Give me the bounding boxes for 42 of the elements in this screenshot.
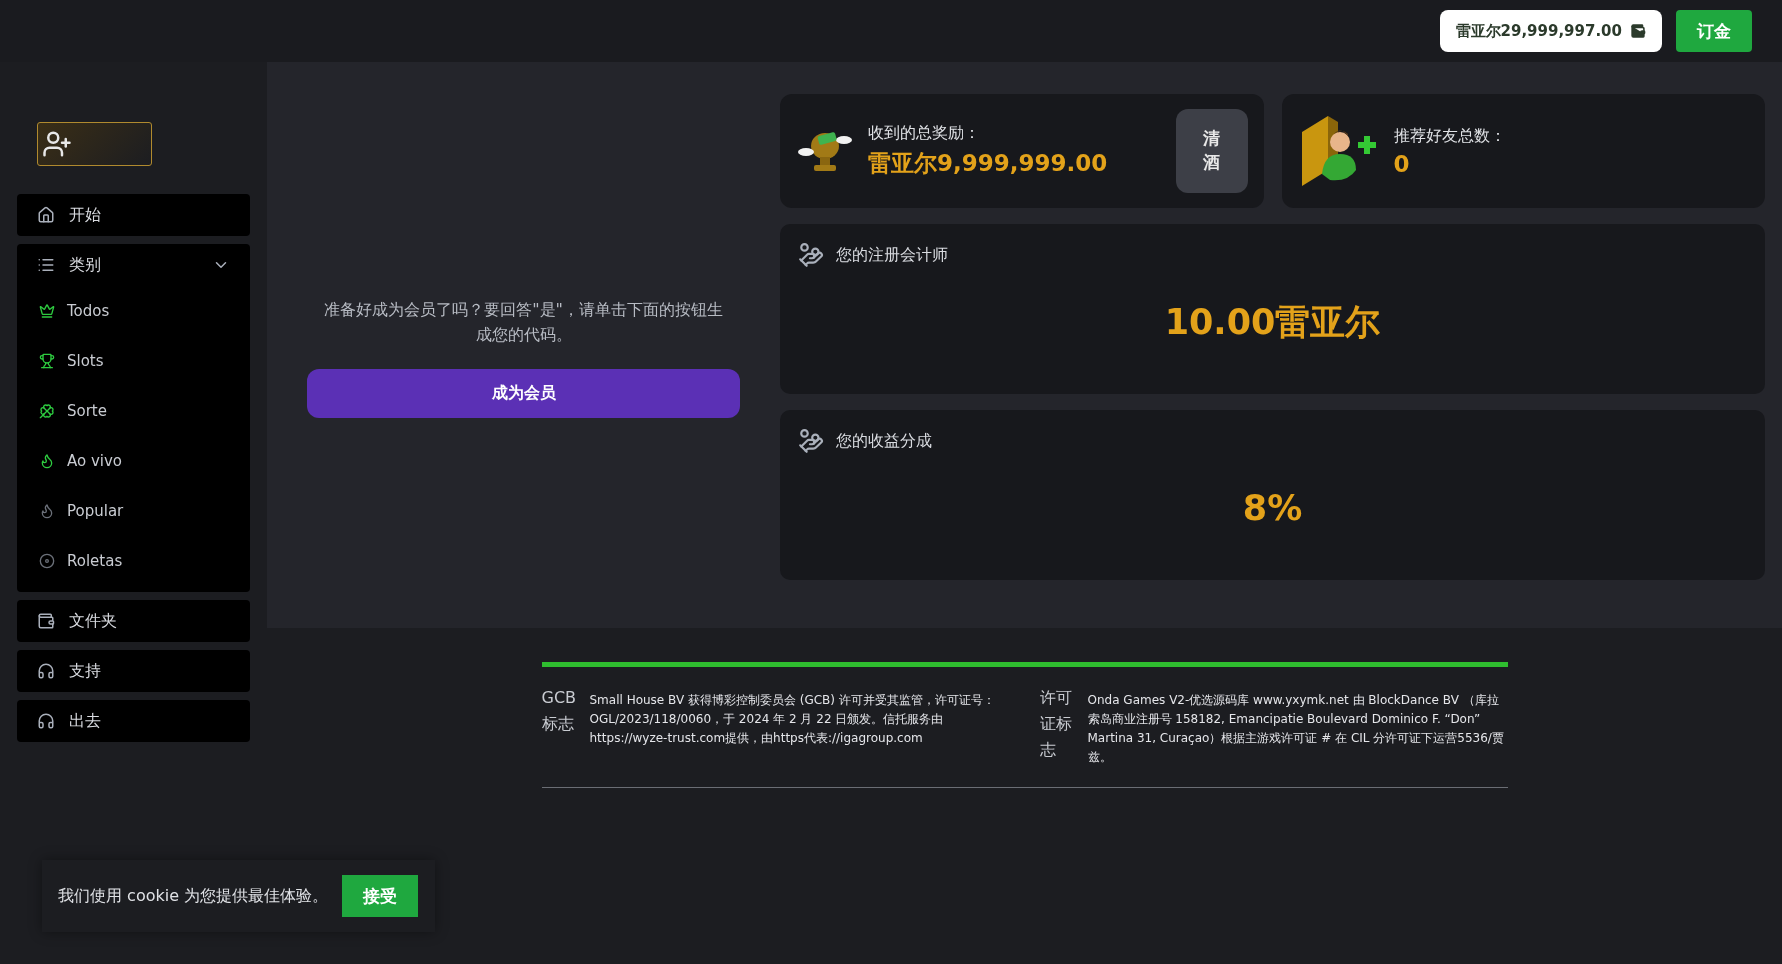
category-toggle[interactable]: 类别 — [17, 244, 250, 286]
headset-icon — [37, 662, 55, 680]
sidebar-label: 出去 — [69, 710, 101, 732]
sidebar-item[interactable]: 出去 — [17, 700, 250, 742]
user-add-button[interactable] — [37, 122, 152, 166]
sidebar-item[interactable]: 支持 — [17, 650, 250, 692]
home-icon — [37, 206, 55, 224]
sidebar-label: 开始 — [69, 204, 101, 226]
list-icon — [37, 256, 55, 274]
hand-coin-icon — [798, 242, 824, 268]
cookie-text: 我们使用 cookie 为您提供最佳体验。 — [58, 885, 329, 907]
wallet-icon — [1630, 23, 1646, 39]
license-text: Small House BV 获得博彩控制委员会 (GCB) 许可并受其监管，许可证号：OGL/2023/118/0060，于 2024 年 2 月 22 日颁发。信托服务由https://wyze-trust.com提供，由https代表://igagroup.com — [589, 692, 996, 747]
claim-button[interactable]: 清酒 — [1175, 109, 1248, 193]
stat-label: 收到的总奖励： — [868, 123, 981, 144]
category-item[interactable]: Roletas — [17, 536, 250, 586]
stat-label: 推荐好友总数： — [1393, 125, 1507, 147]
stat-value: 0 — [1393, 150, 1411, 177]
balance-button[interactable]: 雷亚尔29,999,997.00 — [1439, 10, 1662, 52]
sidebar-item[interactable]: 文件夹 — [17, 600, 250, 642]
sidebar-label: 支持 — [69, 660, 101, 682]
broken-image-alt: 许可证标志 — [1039, 687, 1073, 761]
headset-icon — [37, 712, 55, 730]
wallet-icon — [37, 612, 55, 630]
license-text: Onda Games V2-优选源码库 www.yxymk.net 由 BlockDance BV （库拉索岛商业注册号 158182, Emancipatie Boulevard Dominico F. “Don” Martina 31, Curaçao）根据主游戏许可证 # 在 CIL 分许可证下运营5536/贾兹。 — [1087, 692, 1505, 766]
user-add-icon — [42, 129, 72, 159]
category-item[interactable]: Slots — [17, 336, 250, 386]
sidebar-label: 文件夹 — [69, 610, 117, 632]
category-item[interactable]: Todos — [17, 286, 250, 336]
stat-value: 雷亚尔9,999,999.00 — [868, 149, 1109, 178]
category-item[interactable]: Popular — [17, 486, 250, 536]
panel-value: 8% — [1242, 488, 1303, 528]
panel-title: 您的注册会计师 — [836, 244, 948, 266]
category-item[interactable]: Sorte — [17, 386, 250, 436]
sidebar-item[interactable]: 开始 — [17, 194, 250, 236]
invite-text: 准备好成为会员了吗？要回答"是"，请单击下面的按钮生成您的代码。 — [323, 298, 724, 346]
broken-image-alt: GCB标志 — [541, 687, 578, 735]
hand-coin-icon — [798, 428, 824, 454]
panel-value: 10.00雷亚尔 — [1164, 300, 1381, 344]
panel-title: 您的收益分成 — [836, 430, 932, 452]
become-member-button[interactable]: 成为会员 — [307, 368, 740, 418]
category-item[interactable]: Ao vivo — [17, 436, 250, 486]
